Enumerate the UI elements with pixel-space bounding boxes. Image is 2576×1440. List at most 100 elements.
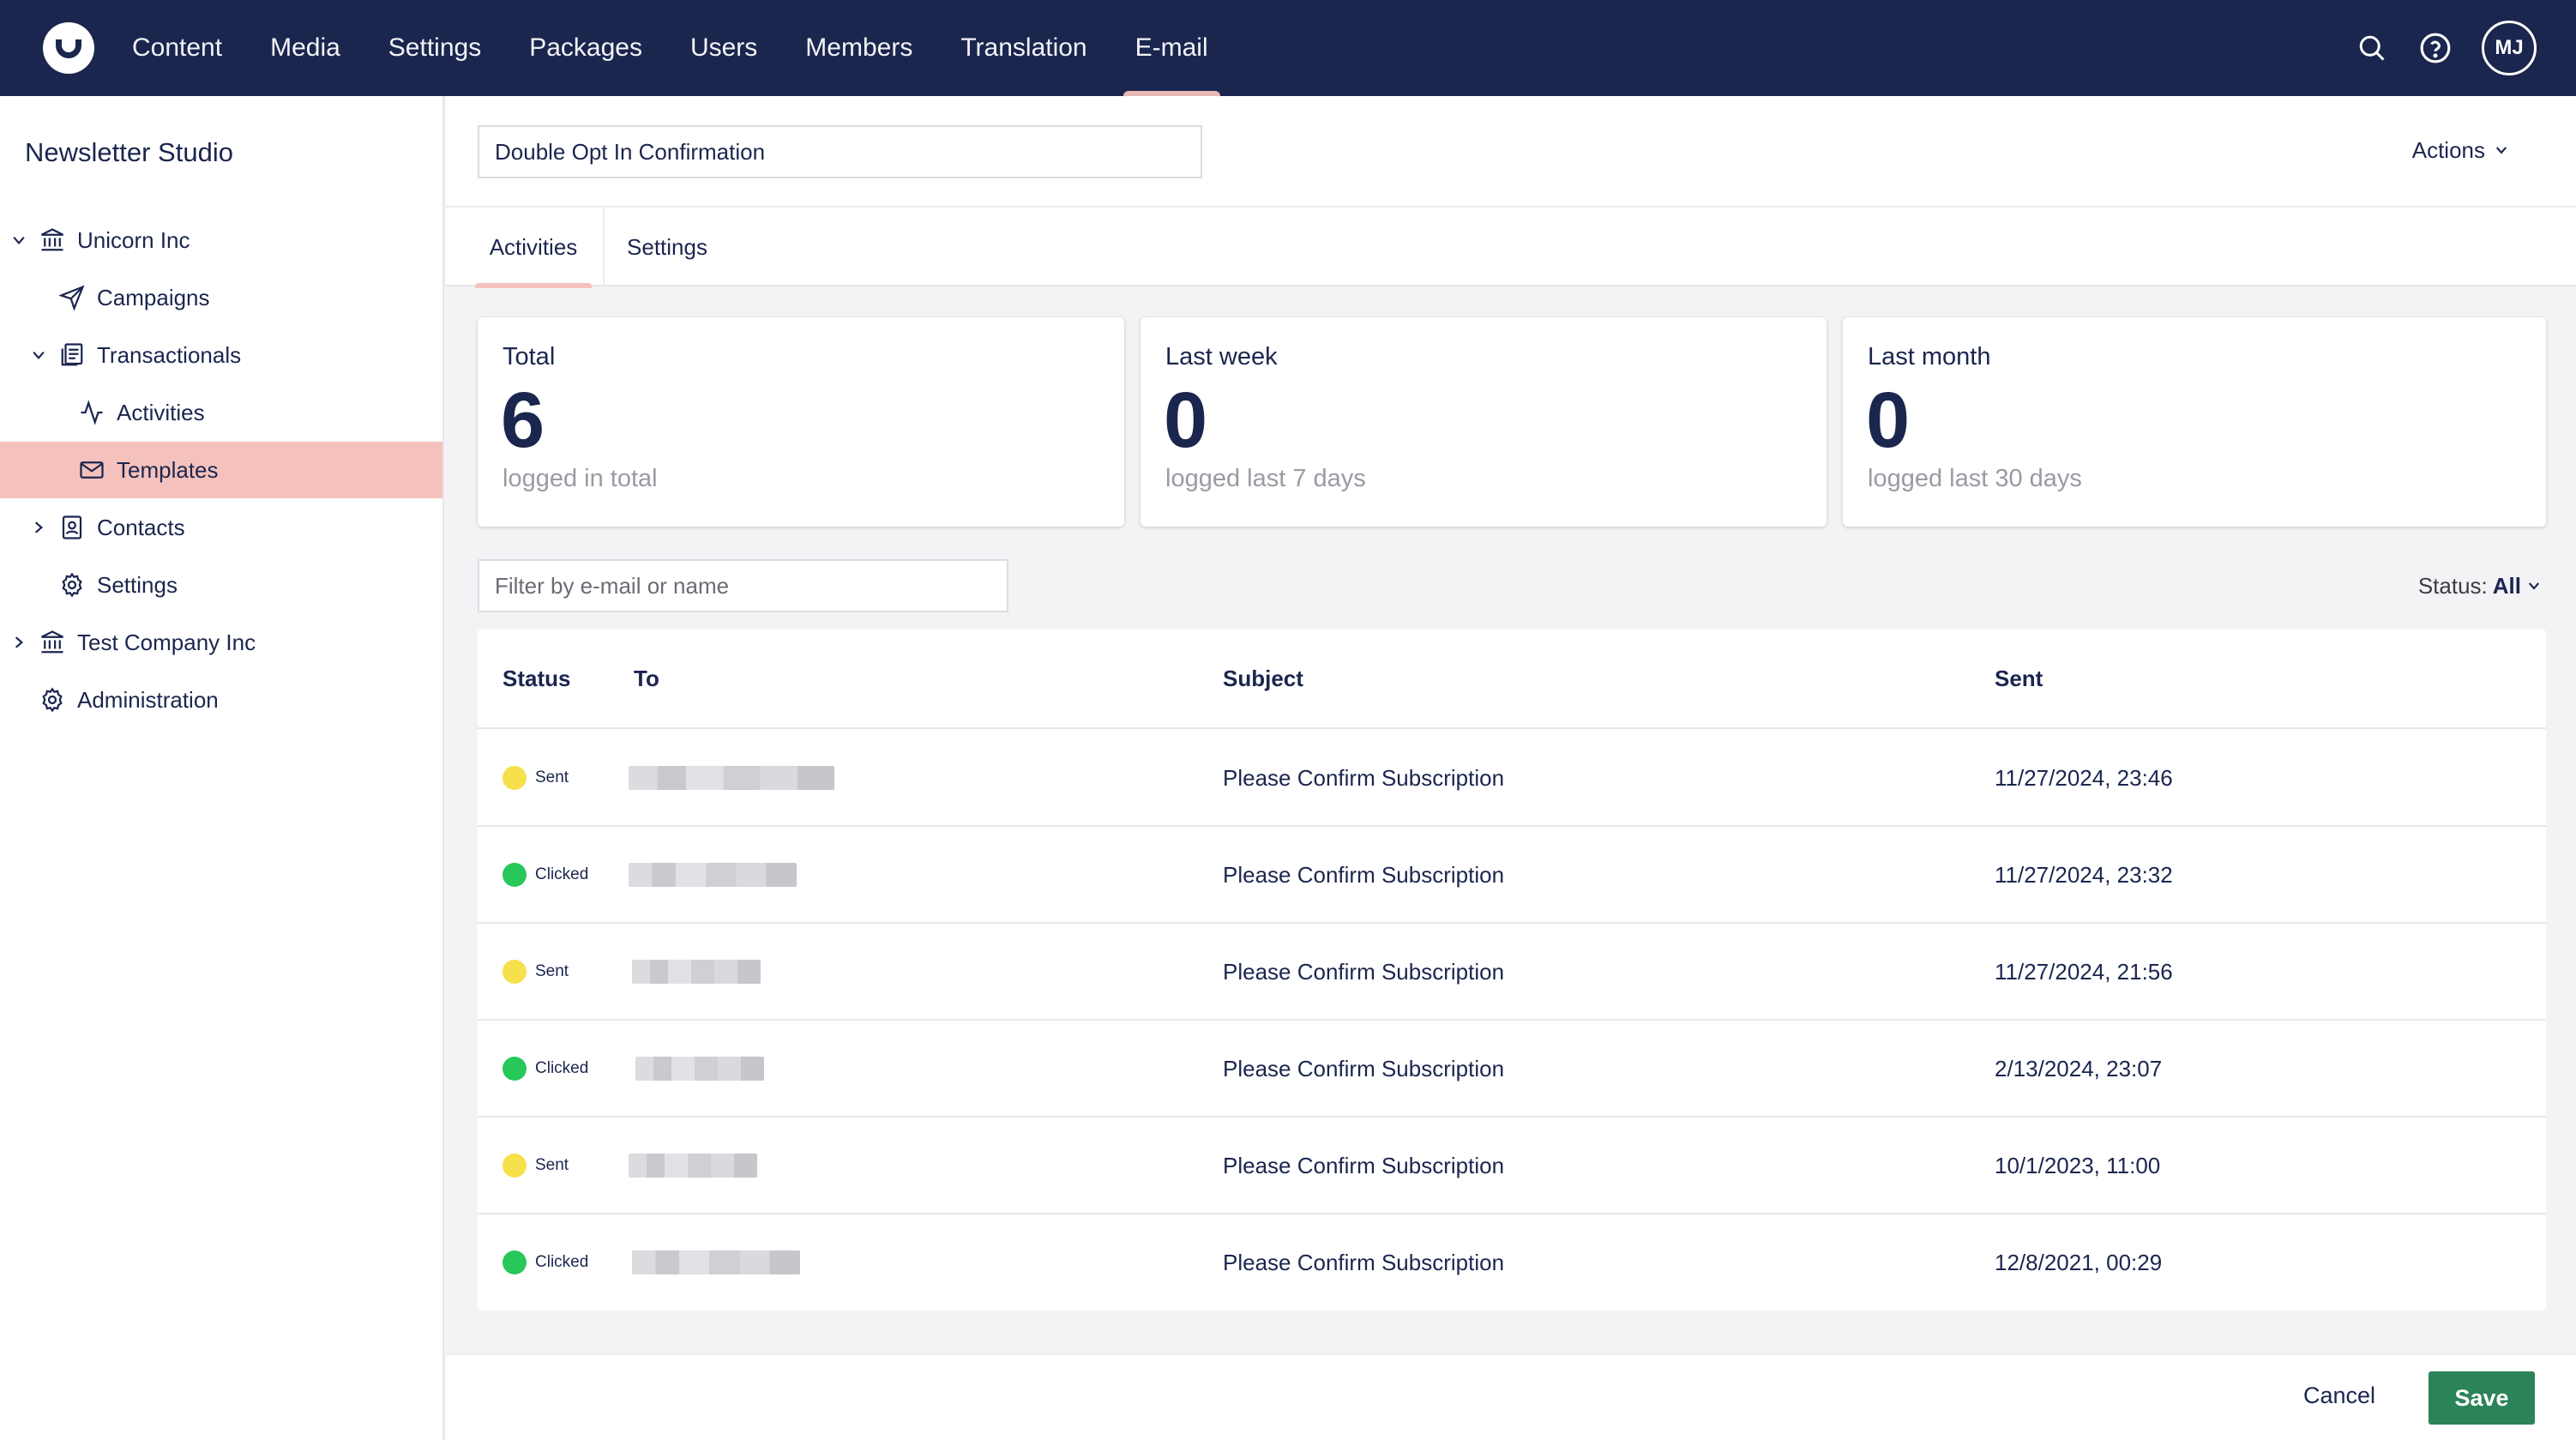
recipient-cell <box>632 1214 800 1311</box>
recipient-cell <box>635 1020 764 1118</box>
status-dot-icon <box>503 766 527 790</box>
tree-item-unicorn-inc[interactable]: Unicorn Inc <box>0 212 442 268</box>
nav-item-members[interactable]: Members <box>781 0 936 96</box>
status-label: Clicked <box>535 1059 589 1077</box>
chevron-down-icon <box>2526 573 2542 599</box>
building-icon <box>38 226 67 255</box>
table-row[interactable]: Sent Please Confirm Subscription 11/27/2… <box>478 729 2546 827</box>
tree-item-activities[interactable]: Activities <box>0 384 442 441</box>
filter-input[interactable] <box>478 559 1008 612</box>
subject-cell: Please Confirm Subscription <box>1223 1152 1505 1178</box>
nav-item-content[interactable]: Content <box>132 0 246 96</box>
status-dot-icon <box>503 960 527 984</box>
main-panel: Actions Activities Settings Total 6 logg… <box>446 96 2576 1440</box>
main-nav: Content Media Settings Packages Users Me… <box>132 0 1232 96</box>
table-row[interactable]: Clicked Please Confirm Subscription 11/2… <box>478 826 2546 924</box>
tree-item-label: Settings <box>97 571 178 598</box>
nav-item-users[interactable]: Users <box>666 0 781 96</box>
stat-description: logged last 7 days <box>1165 465 1366 492</box>
activity-icon <box>77 398 106 427</box>
status-label: Sent <box>535 962 569 980</box>
contact-book-icon <box>57 513 87 542</box>
tree-item-label: Unicorn Inc <box>77 226 190 253</box>
stat-description: logged in total <box>503 465 658 492</box>
subject-cell: Please Confirm Subscription <box>1223 1055 1505 1082</box>
status-dot-icon <box>503 863 527 887</box>
sent-cell: 11/27/2024, 23:46 <box>1995 764 2173 791</box>
status-label: Sent <box>535 768 569 786</box>
column-header-status[interactable]: Status <box>503 630 570 727</box>
nav-item-email[interactable]: E-mail <box>1111 0 1232 96</box>
tree-item-label: Administration <box>77 686 219 713</box>
tab-settings[interactable]: Settings <box>617 208 717 286</box>
send-icon <box>57 283 87 312</box>
user-avatar[interactable]: MJ <box>2482 21 2537 75</box>
tab-activities[interactable]: Activities <box>475 208 592 288</box>
nav-item-media[interactable]: Media <box>246 0 364 96</box>
help-icon[interactable] <box>2418 31 2453 65</box>
chevron-right-icon[interactable] <box>30 519 47 536</box>
sent-cell: 2/13/2024, 23:07 <box>1995 1055 2163 1082</box>
table-row[interactable]: Sent Please Confirm Subscription 11/27/2… <box>478 923 2546 1021</box>
status-filter-label: Status: <box>2417 573 2488 599</box>
status-label: Sent <box>535 1156 569 1174</box>
stat-description: logged last 30 days <box>1868 465 2082 492</box>
template-name-input[interactable] <box>478 125 1202 178</box>
status-cell: Sent <box>503 729 569 827</box>
status-label: Clicked <box>535 865 589 883</box>
tree-item-administration[interactable]: Administration <box>0 672 442 728</box>
document-stack-icon <box>57 340 87 370</box>
nav-item-translation[interactable]: Translation <box>936 0 1110 96</box>
sent-cell: 12/8/2021, 00:29 <box>1995 1249 2163 1275</box>
top-navigation-bar: Content Media Settings Packages Users Me… <box>0 0 2576 96</box>
subject-cell: Please Confirm Subscription <box>1223 764 1505 791</box>
status-dot-icon <box>503 1154 527 1178</box>
recipient-cell <box>629 1117 757 1214</box>
sent-cell: 11/27/2024, 21:56 <box>1995 958 2173 985</box>
stat-value: 0 <box>1866 377 1911 464</box>
tree-item-contacts[interactable]: Contacts <box>0 499 442 556</box>
recipient-cell <box>629 826 797 924</box>
tree-item-templates[interactable]: Templates <box>0 442 442 498</box>
chevron-down-icon[interactable] <box>10 232 27 249</box>
activities-content: Total 6 logged in total Last week 0 logg… <box>446 288 2576 1326</box>
tree-item-campaigns[interactable]: Campaigns <box>0 269 442 326</box>
table-row[interactable]: Clicked Please Confirm Subscription 2/13… <box>478 1020 2546 1118</box>
redacted-recipient <box>635 1057 764 1081</box>
gear-icon <box>38 685 67 714</box>
actions-label: Actions <box>2411 137 2485 163</box>
chevron-down-icon[interactable] <box>30 346 47 364</box>
chevron-right-icon[interactable] <box>10 634 27 651</box>
tree-item-transactionals[interactable]: Transactionals <box>0 327 442 383</box>
subject-cell: Please Confirm Subscription <box>1223 861 1505 888</box>
chevron-down-icon <box>2494 137 2509 164</box>
column-header-to[interactable]: To <box>634 630 659 727</box>
subject-cell: Please Confirm Subscription <box>1223 1249 1505 1275</box>
nav-item-packages[interactable]: Packages <box>505 0 666 96</box>
redacted-recipient <box>629 1154 757 1178</box>
status-filter-dropdown[interactable]: Status: All <box>2418 573 2542 599</box>
table-row[interactable]: Sent Please Confirm Subscription 10/1/20… <box>478 1117 2546 1214</box>
tree-item-label: Templates <box>117 456 219 483</box>
actions-dropdown[interactable]: Actions <box>2412 137 2509 164</box>
status-dot-icon <box>503 1250 527 1274</box>
sidebar-title: Newsletter Studio <box>25 137 233 167</box>
column-header-subject[interactable]: Subject <box>1223 630 1303 727</box>
stat-card-last-week: Last week 0 logged last 7 days <box>1141 317 1827 527</box>
status-cell: Clicked <box>503 1020 588 1118</box>
nav-item-settings[interactable]: Settings <box>364 0 505 96</box>
cancel-button[interactable]: Cancel <box>2303 1383 2375 1409</box>
table-row[interactable]: Clicked Please Confirm Subscription 12/8… <box>478 1214 2546 1311</box>
tree-item-label: Campaigns <box>97 284 210 310</box>
umbraco-logo[interactable] <box>43 22 94 74</box>
tree-item-test-company-inc[interactable]: Test Company Inc <box>0 614 442 671</box>
subject-cell: Please Confirm Subscription <box>1223 958 1505 985</box>
editor-header: Actions <box>446 96 2576 208</box>
search-icon[interactable] <box>2355 31 2389 65</box>
gear-icon <box>57 570 87 599</box>
sent-cell: 11/27/2024, 23:32 <box>1995 861 2173 888</box>
column-header-sent[interactable]: Sent <box>1995 630 2043 727</box>
tree-item-settings[interactable]: Settings <box>0 557 442 613</box>
tree-item-label: Transactionals <box>97 341 242 368</box>
save-button[interactable]: Save <box>2429 1371 2535 1425</box>
